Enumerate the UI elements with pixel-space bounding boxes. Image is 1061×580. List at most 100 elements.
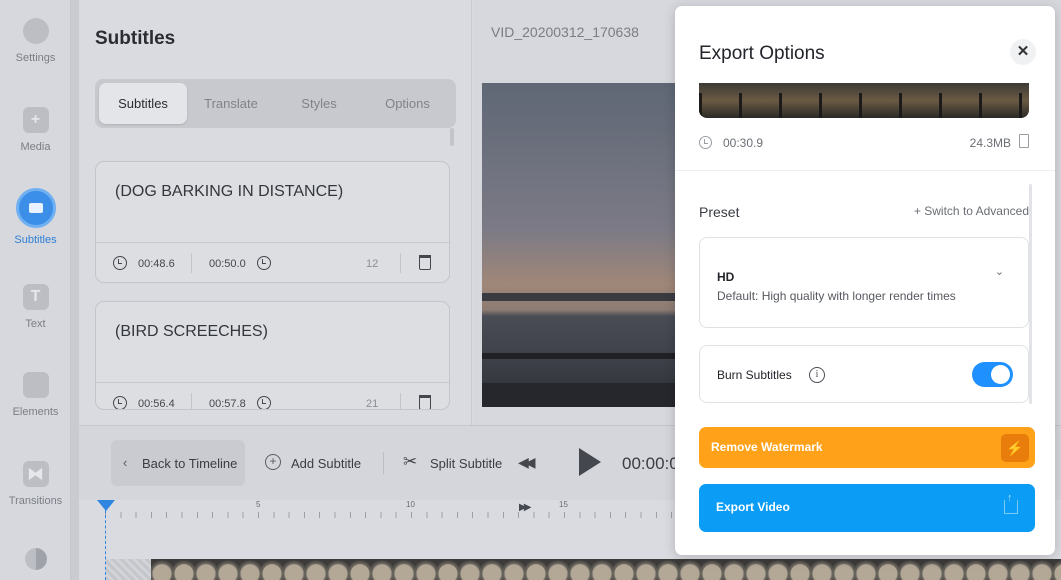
export-video-button[interactable]: Export Video — [699, 484, 1035, 532]
sidebar-item-elements[interactable]: Elements — [0, 372, 71, 418]
trash-icon[interactable] — [419, 255, 431, 270]
fast-forward-icon[interactable]: ▶▶ — [519, 502, 532, 513]
start-time-icon[interactable] — [113, 256, 127, 270]
switch-to-advanced-link[interactable]: + Switch to Advanced — [914, 204, 1029, 218]
divider — [191, 253, 192, 273]
tick-label: 5 — [256, 500, 261, 509]
start-time[interactable]: 00:48.6 — [138, 258, 175, 270]
sidebar-item-label: Text — [25, 318, 46, 330]
start-time-icon[interactable] — [113, 396, 127, 409]
divider — [675, 170, 1055, 171]
export-video-label: Export Video — [716, 500, 790, 514]
char-count: 21 — [366, 398, 379, 410]
divider — [400, 253, 401, 273]
text-icon: T — [22, 284, 49, 310]
divider — [400, 393, 401, 409]
panel-scrollbar[interactable] — [450, 128, 454, 146]
empty-track — [106, 559, 151, 580]
sidebar-item-transitions[interactable]: ⧓ Transitions — [0, 461, 71, 507]
sidebar-item-settings[interactable]: Settings — [0, 18, 71, 64]
sidebar-item-label: Elements — [12, 406, 59, 418]
end-time[interactable]: 00:57.8 — [209, 398, 246, 409]
tab-styles[interactable]: Styles — [275, 83, 363, 124]
sidebar-item-label: Subtitles — [14, 234, 57, 246]
tab-subtitles[interactable]: Subtitles — [99, 83, 187, 124]
subtitle-footer: 00:56.4 00:57.8 21 — [96, 382, 449, 410]
split-subtitle-button[interactable]: Split Subtitle — [430, 456, 502, 471]
add-icon[interactable]: + — [265, 454, 281, 470]
sidebar-item-label: Settings — [15, 52, 56, 64]
end-time-icon[interactable] — [257, 396, 271, 409]
play-icon[interactable] — [579, 448, 601, 476]
tick-label: 10 — [406, 500, 415, 509]
sidebar-item-media[interactable]: + Media — [0, 107, 71, 153]
tick-label: 15 — [559, 500, 568, 509]
file-icon — [1019, 134, 1029, 148]
trash-icon[interactable] — [419, 395, 431, 409]
preset-name: HD — [717, 270, 735, 284]
upload-icon — [1004, 492, 1018, 514]
burn-subtitles-label: Burn Subtitles — [717, 368, 792, 382]
divider — [191, 393, 192, 409]
modal-scrollbar[interactable] — [1029, 184, 1032, 404]
subtitle-text[interactable]: (DOG BARKING IN DISTANCE) — [115, 183, 343, 201]
chevron-left-icon: ‹ — [123, 455, 128, 470]
playhead-icon[interactable] — [97, 500, 115, 511]
preview-railing — [699, 93, 1029, 118]
burn-subtitles-toggle[interactable] — [972, 362, 1013, 387]
add-subtitle-button[interactable]: Add Subtitle — [291, 456, 361, 471]
back-label: Back to Timeline — [142, 456, 238, 471]
tab-bar: Subtitles Translate Styles Options — [95, 79, 456, 128]
end-time-icon[interactable] — [257, 256, 271, 270]
horizon — [482, 293, 692, 301]
export-file-size: 24.3MB — [969, 136, 1011, 150]
tab-translate[interactable]: Translate — [187, 83, 275, 124]
end-time[interactable]: 00:50.0 — [209, 258, 246, 270]
timecode: 00:00:0 — [622, 454, 679, 473]
subtitle-footer: 00:48.6 00:50.0 12 — [96, 242, 449, 282]
remove-watermark-button[interactable]: Remove Watermark ⚡ — [699, 427, 1035, 468]
scissors-icon[interactable]: ✂ — [403, 452, 417, 472]
video-track-filmstrip[interactable] — [151, 559, 1061, 580]
video-preview[interactable] — [482, 83, 692, 407]
export-preview-thumbnail — [699, 83, 1029, 118]
back-to-timeline-button[interactable]: ‹ Back to Timeline — [111, 440, 245, 486]
toggle-knob — [991, 365, 1010, 384]
preset-select[interactable]: HD Default: High quality with longer ren… — [699, 237, 1029, 328]
plus-icon: + — [22, 107, 49, 133]
railing — [482, 383, 692, 407]
clock-icon — [699, 136, 712, 149]
char-count: 12 — [366, 258, 379, 270]
remove-watermark-label: Remove Watermark — [711, 440, 823, 454]
sidebar-item-text[interactable]: T Text — [0, 284, 71, 330]
subtitle-card[interactable]: (BIRD SCREECHES) 00:56.4 00:57.8 21 — [95, 301, 450, 410]
subtitle-card[interactable]: (DOG BARKING IN DISTANCE) 00:48.6 00:50.… — [95, 161, 450, 283]
burn-subtitles-row: Burn Subtitles i — [699, 345, 1029, 403]
subtitles-panel: Subtitles Subtitles Translate Styles Opt… — [79, 0, 472, 425]
sidebar-item-filters[interactable] — [0, 548, 71, 578]
rail-divider — [71, 0, 79, 580]
lightning-icon: ⚡ — [1001, 434, 1029, 462]
sidebar: Settings + Media Subtitles T Text Elemen… — [0, 0, 71, 580]
start-time[interactable]: 00:56.4 — [138, 398, 175, 409]
railing — [482, 353, 692, 359]
close-icon[interactable]: ✕ — [1010, 39, 1036, 65]
export-options-modal: Export Options ✕ 00:30.9 24.3MB Preset +… — [675, 6, 1055, 555]
preset-description: Default: High quality with longer render… — [717, 289, 956, 303]
export-duration: 00:30.9 — [723, 136, 764, 150]
modal-title: Export Options — [699, 43, 825, 64]
preset-label: Preset — [699, 204, 740, 220]
rewind-icon[interactable]: ◀◀ — [518, 454, 535, 471]
sidebar-item-label: Transitions — [8, 495, 63, 507]
sticker-icon — [22, 372, 49, 398]
gear-icon — [22, 18, 49, 44]
tab-options[interactable]: Options — [363, 83, 452, 124]
export-meta: 00:30.9 24.3MB — [699, 134, 1029, 151]
sidebar-item-label: Media — [20, 141, 51, 153]
contrast-icon — [24, 548, 47, 570]
subtitles-icon — [15, 188, 56, 228]
subtitle-text[interactable]: (BIRD SCREECHES) — [115, 323, 268, 341]
info-icon[interactable]: i — [809, 367, 825, 383]
chevron-down-icon: ⌄ — [994, 266, 1004, 278]
sidebar-item-subtitles[interactable]: Subtitles — [0, 188, 71, 246]
